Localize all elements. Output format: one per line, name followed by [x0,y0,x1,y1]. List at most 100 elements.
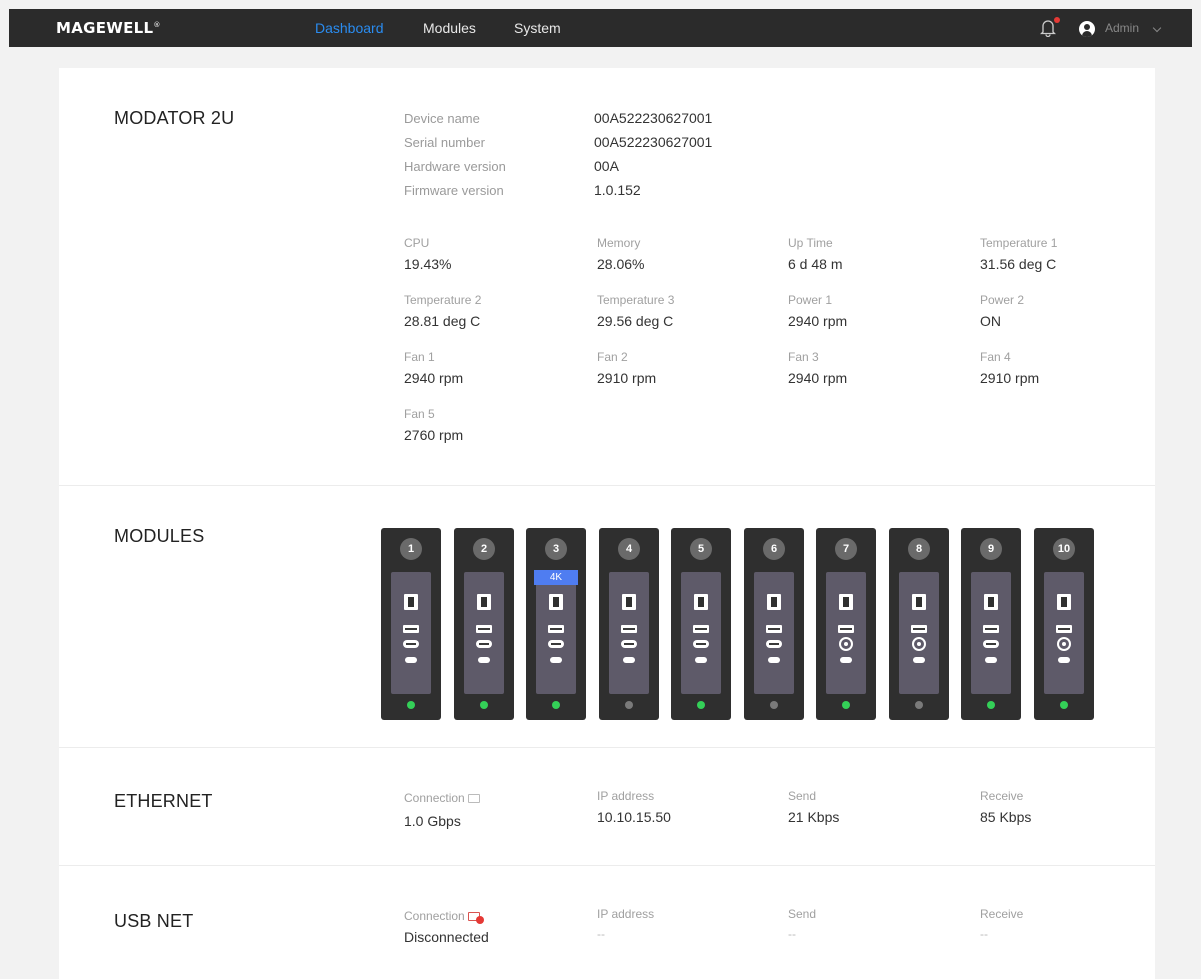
bnc-port-icon [839,637,853,651]
ethernet-receive-label: Receive [980,789,1024,803]
usb-c-port-icon [405,657,417,663]
stat-value: 28.06% [597,256,645,272]
stat-value: 2910 rpm [597,370,657,386]
section-divider [59,485,1155,486]
hardware-version-label: Hardware version [404,159,506,174]
module-faceplate [1044,572,1084,694]
ethernet-send-value: 21 Kbps [788,809,840,825]
module-faceplate [899,572,939,694]
status-led-icon [770,701,778,709]
module-slot-2[interactable]: 2 [454,528,514,720]
slot-number: 3 [545,538,567,560]
usb-port-icon [693,625,709,633]
module-slot-9[interactable]: 9 [961,528,1021,720]
ethernet-port-icon [839,594,853,610]
top-navigation-bar: MAGEWELL® Dashboard Modules System Admin [9,9,1192,47]
stat-value: 2940 rpm [788,370,848,386]
ethernet-port-icon [477,594,491,610]
usb-c-port-icon [478,657,490,663]
stat-label: Temperature 3 [597,293,675,307]
usb-port-icon [911,625,927,633]
usb-c-port-icon [1058,657,1070,663]
ethernet-connection-label-text: Connection [404,791,465,805]
user-avatar-icon[interactable] [1079,21,1095,37]
slot-number: 1 [400,538,422,560]
usb-port-icon [1056,625,1072,633]
usb-port-icon [838,625,854,633]
module-slot-7[interactable]: 7 [816,528,876,720]
hdmi-port-icon [621,640,637,648]
usbnet-connection-label-text: Connection [404,909,465,923]
section-divider [59,865,1155,866]
stat-label: Fan 5 [404,407,435,421]
slot-number: 8 [908,538,930,560]
slot-number: 2 [473,538,495,560]
module-faceplate [754,572,794,694]
user-menu-label[interactable]: Admin [1105,21,1139,35]
stat-label: Fan 4 [980,350,1011,364]
network-disconnected-icon [467,912,484,924]
module-slot-10[interactable]: 10 [1034,528,1094,720]
module-faceplate [391,572,431,694]
usbnet-receive-label: Receive [980,907,1024,921]
stat-value: 2940 rpm [788,313,848,329]
magewell-logo[interactable]: MAGEWELL® [56,19,161,37]
chevron-down-icon[interactable] [1152,23,1162,33]
ethernet-connection-label: Connection [404,791,480,805]
hdmi-port-icon [766,640,782,648]
nav-modules[interactable]: Modules [423,20,476,36]
hdmi-port-icon [548,640,564,648]
module-slot-3[interactable]: 3 4K [526,528,586,720]
section-divider [59,747,1155,748]
firmware-version-value: 1.0.152 [594,182,641,198]
device-title: MODATOR 2U [114,108,235,128]
module-faceplate [609,572,649,694]
bnc-port-icon [1057,637,1071,651]
stat-label: Power 2 [980,293,1025,307]
firmware-version-label: Firmware version [404,183,504,198]
module-slot-6[interactable]: 6 [744,528,804,720]
bnc-port-icon [912,637,926,651]
stat-label: CPU [404,236,430,250]
stat-label: Memory [597,236,641,250]
slot-number: 10 [1053,538,1075,560]
usb-c-port-icon [768,657,780,663]
status-led-icon [1060,701,1068,709]
ethernet-title: ETHERNET [114,791,213,811]
usb-c-port-icon [913,657,925,663]
module-slot-1[interactable]: 1 [381,528,441,720]
status-led-icon [480,701,488,709]
usbnet-receive-value: -- [980,927,988,941]
stat-value: 2940 rpm [404,370,464,386]
stat-value: 2910 rpm [980,370,1040,386]
nav-dashboard[interactable]: Dashboard [315,20,384,36]
resolution-badge: 4K [534,570,578,585]
module-slot-4[interactable]: 4 [599,528,659,720]
usb-c-port-icon [623,657,635,663]
stat-value: ON [980,313,1001,329]
usb-c-port-icon [550,657,562,663]
ethernet-port-icon [912,594,926,610]
module-faceplate [681,572,721,694]
nav-system[interactable]: System [514,20,561,36]
ethernet-port-icon [622,594,636,610]
stat-label: Temperature 2 [404,293,482,307]
status-led-icon [625,701,633,709]
module-faceplate [536,572,576,694]
usbnet-connection-value: Disconnected [404,929,489,945]
serial-number-label: Serial number [404,135,485,150]
stat-value: 6 d 48 m [788,256,843,272]
hdmi-port-icon [476,640,492,648]
usb-port-icon [476,625,492,633]
dashboard-card: MODATOR 2U Device name 00A522230627001 S… [59,68,1155,979]
modules-title: MODULES [114,526,205,546]
status-led-icon [842,701,850,709]
stat-label: Fan 1 [404,350,435,364]
usb-port-icon [766,625,782,633]
usb-c-port-icon [695,657,707,663]
stat-value: 19.43% [404,256,452,272]
module-slot-8[interactable]: 8 [889,528,949,720]
ethernet-ip-label: IP address [597,789,655,803]
module-slot-5[interactable]: 5 [671,528,731,720]
ethernet-receive-value: 85 Kbps [980,809,1032,825]
